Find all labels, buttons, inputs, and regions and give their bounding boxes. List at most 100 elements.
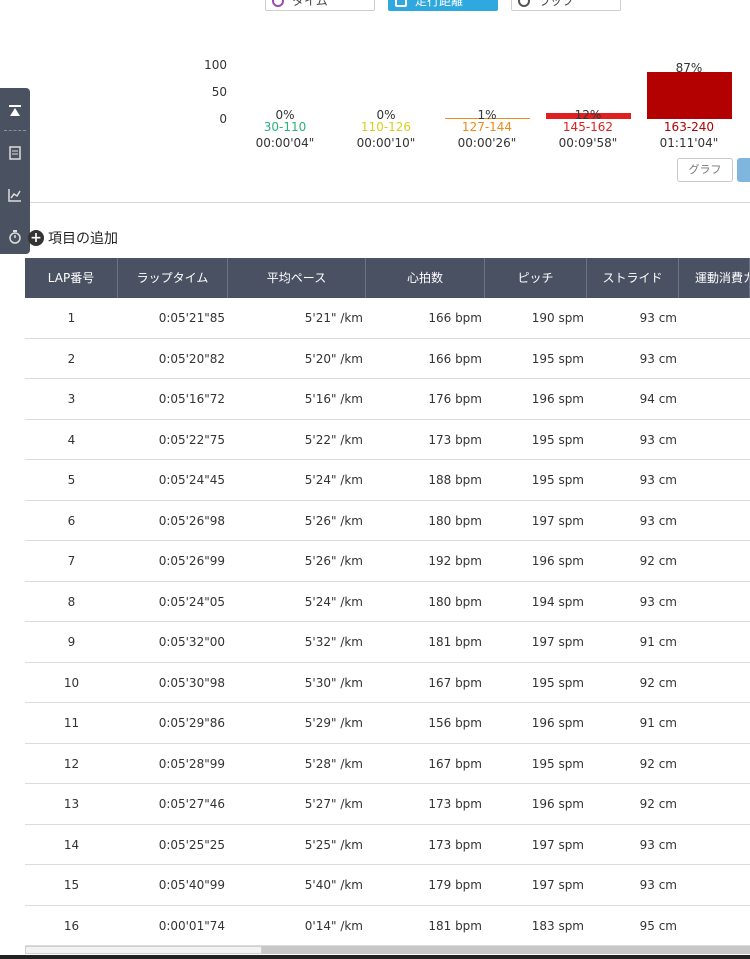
cell-lap-number: 16 [63, 918, 80, 933]
cell-calories [679, 339, 750, 379]
table-row[interactable]: 4 0:05'22"75 5'22" /km 173 bpm 195 spm 93 cm [25, 420, 750, 460]
add-item-button[interactable]: + 項目の追加 [28, 228, 118, 248]
top-tab-bar: タイム 走行距離 ラップ [0, 0, 750, 12]
cell-calories [679, 663, 750, 703]
table-row[interactable]: 3 0:05'16"72 5'16" /km 176 bpm 196 spm 94 cm [25, 379, 750, 420]
cell-lap-time: 0:05'24"45 [158, 473, 225, 487]
header-calories[interactable]: 運動消費カ [679, 258, 750, 298]
cell-stride: 92 cm [639, 554, 677, 568]
table-row[interactable]: 11 0:05'29"86 5'29" /km 156 bpm 196 spm 91 cm [25, 703, 750, 744]
scrollbar-thumb[interactable] [25, 946, 262, 954]
stopwatch-icon [518, 0, 530, 7]
graph-button[interactable]: グラフ [677, 158, 733, 182]
cell-lap-number: 1 [67, 311, 76, 325]
table-row[interactable]: 8 0:05'24"05 5'24" /km 180 bpm 194 spm 93 cm [25, 582, 750, 622]
table-row[interactable]: 2 0:05'20"82 5'20" /km 166 bpm 195 spm 93 cm [25, 339, 750, 379]
cell-lap-time: 0:05'21"85 [158, 311, 225, 325]
cell-stride: 92 cm [639, 756, 677, 771]
document-icon[interactable] [8, 146, 22, 160]
cell-heart-rate: 181 bpm [428, 635, 482, 649]
lap-table: LAP番号 ラップタイム 平均ペース 心拍数 ピッチ ストライド 運動消費カ 1… [25, 258, 750, 946]
table-row[interactable]: 1 0:05'21"85 5'21" /km 166 bpm 190 spm 93 cm [25, 298, 750, 339]
sidebar-separator [4, 130, 26, 131]
header-lap-time[interactable]: ラップタイム [118, 258, 228, 298]
cell-calories [679, 784, 750, 824]
table-row[interactable]: 10 0:05'30"98 5'30" /km 167 bpm 195 spm 92 cm [25, 663, 750, 703]
table-row[interactable]: 9 0:05'32"00 5'32" /km 181 bpm 197 spm 91 cm [25, 622, 750, 663]
table-row[interactable]: 14 0:05'25"25 5'25" /km 173 bpm 197 spm 93 cm [25, 825, 750, 865]
cell-stride: 91 cm [639, 716, 677, 730]
cell-lap-time: 0:05'26"98 [158, 513, 225, 528]
cell-calories [679, 541, 750, 581]
cell-lap-time: 0:05'26"99 [158, 554, 225, 568]
cell-pitch: 196 spm [531, 797, 584, 811]
horizontal-scrollbar[interactable] [25, 946, 750, 954]
table-row[interactable]: 6 0:05'26"98 5'26" /km 180 bpm 197 spm 93 cm [25, 501, 750, 541]
header-heart-rate[interactable]: 心拍数 [366, 258, 485, 298]
cell-pitch: 196 spm [531, 392, 584, 406]
chart-line-icon[interactable] [8, 188, 22, 202]
cell-lap-number: 6 [67, 513, 76, 528]
cell-heart-rate: 192 bpm [428, 554, 482, 568]
zone-range-3: 127-144 [461, 120, 513, 134]
zone-range-5: 163-240 [663, 120, 715, 134]
header-lap-number[interactable]: LAP番号 [25, 258, 118, 298]
cell-lap-number: 14 [63, 837, 80, 852]
header-stride[interactable]: ストライド [587, 258, 679, 298]
cell-avg-pace: 5'24" /km [304, 473, 363, 487]
table-row[interactable]: 12 0:05'28"99 5'28" /km 167 bpm 195 spm 92 cm [25, 744, 750, 784]
cell-avg-pace: 5'16" /km [304, 392, 363, 406]
cell-avg-pace: 5'21" /km [304, 311, 363, 325]
tab-time[interactable]: タイム [265, 0, 375, 11]
cell-lap-number: 9 [67, 635, 76, 649]
cell-calories [679, 622, 750, 662]
cell-pitch: 195 spm [531, 675, 584, 690]
tab-time-label: タイム [292, 0, 328, 8]
plus-circle-icon: + [28, 230, 44, 246]
graph-toggle-button[interactable] [737, 158, 750, 182]
cell-avg-pace: 5'25" /km [304, 837, 363, 852]
y-tick-0: 0 [219, 112, 227, 126]
cell-avg-pace: 0'14" /km [304, 918, 363, 933]
collapse-top-icon[interactable] [8, 104, 22, 118]
cell-lap-time: 0:05'24"05 [158, 594, 225, 609]
cell-heart-rate: 176 bpm [428, 392, 482, 406]
cell-stride: 95 cm [639, 918, 677, 933]
header-pitch[interactable]: ピッチ [485, 258, 587, 298]
clock-icon [272, 0, 284, 7]
bottom-edge [0, 955, 750, 959]
cell-pitch: 183 spm [531, 918, 584, 933]
tab-lap[interactable]: ラップ [511, 0, 621, 11]
stopwatch-icon[interactable] [8, 230, 22, 244]
cell-lap-time: 0:00'01"74 [158, 918, 225, 933]
cell-lap-time: 0:05'32"00 [158, 635, 225, 649]
header-avg-pace[interactable]: 平均ペース [228, 258, 366, 298]
cell-avg-pace: 5'32" /km [304, 635, 363, 649]
cell-pitch: 194 spm [531, 594, 584, 609]
cell-calories [679, 501, 750, 541]
table-row[interactable]: 15 0:05'40"99 5'40" /km 179 bpm 197 spm 93 cm [25, 865, 750, 906]
cell-lap-time: 0:05'22"75 [158, 432, 225, 447]
cell-avg-pace: 5'22" /km [304, 432, 363, 447]
table-header: LAP番号 ラップタイム 平均ペース 心拍数 ピッチ ストライド 運動消費カ [25, 258, 750, 298]
cell-heart-rate: 179 bpm [428, 878, 482, 892]
cell-avg-pace: 5'26" /km [304, 554, 363, 568]
cell-heart-rate: 180 bpm [428, 594, 482, 609]
y-tick-100: 100 [204, 58, 227, 72]
cell-lap-number: 2 [67, 351, 76, 366]
table-row[interactable]: 5 0:05'24"45 5'24" /km 188 bpm 195 spm 93 cm [25, 460, 750, 501]
tab-distance[interactable]: 走行距離 [388, 0, 498, 11]
cell-stride: 93 cm [639, 878, 677, 892]
cell-stride: 93 cm [639, 513, 677, 528]
cell-lap-number: 4 [67, 432, 76, 447]
zone-duration-4: 00:09'58" [558, 136, 618, 150]
zone-range-4: 145-162 [562, 120, 614, 134]
table-row[interactable]: 7 0:05'26"99 5'26" /km 192 bpm 196 spm 92 cm [25, 541, 750, 582]
cell-lap-number: 15 [63, 878, 80, 892]
table-row[interactable]: 16 0:00'01"74 0'14" /km 181 bpm 183 spm 95 cm [25, 906, 750, 946]
cell-pitch: 196 spm [531, 554, 584, 568]
cell-avg-pace: 5'30" /km [304, 675, 363, 690]
table-row[interactable]: 13 0:05'27"46 5'27" /km 173 bpm 196 spm 92 cm [25, 784, 750, 825]
zone-duration-2: 00:00'10" [356, 136, 416, 150]
cell-stride: 93 cm [639, 432, 677, 447]
